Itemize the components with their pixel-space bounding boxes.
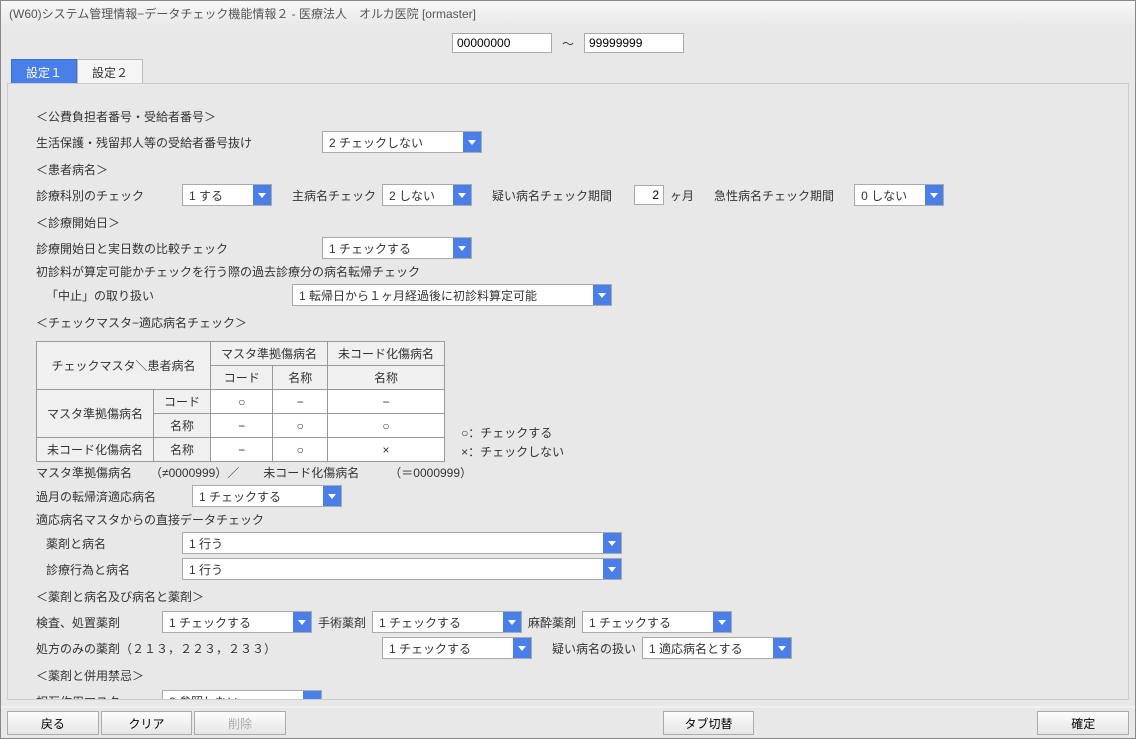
matrix-cell: − — [328, 390, 445, 414]
matrix-cell: × — [328, 438, 445, 462]
direct-check-label: 適応病名マスタからの直接データチェック — [36, 511, 264, 528]
startdate-compare-label: 診療開始日と実日数の比較チェック — [36, 240, 316, 257]
chevron-down-icon[interactable] — [513, 638, 531, 658]
back-button[interactable]: 戻る — [7, 711, 99, 735]
act-disease-label: 診療行為と病名 — [46, 561, 176, 578]
section-kinki-header: ＜薬剤と併用禁忌＞ — [36, 667, 1100, 684]
section-drugdis-header: ＜薬剤と病名及び病名と薬剤＞ — [36, 588, 1100, 605]
drug-disease-select[interactable]: 1 行う — [182, 532, 622, 554]
drug-disease-label: 薬剤と病名 — [46, 535, 176, 552]
range-to-input[interactable] — [584, 33, 684, 53]
chevron-down-icon[interactable] — [323, 486, 341, 506]
confirm-button[interactable]: 確定 — [1037, 711, 1129, 735]
chushi-select[interactable]: 1 転帰日から１ヶ月経過後に初診料算定可能 — [292, 284, 612, 306]
suspect-period-label: 疑い病名チェック期間 — [492, 187, 612, 204]
matrix-row2-label: 未コード化傷病名 — [37, 438, 154, 462]
tab-settings-2[interactable]: 設定２ — [77, 59, 143, 85]
settings-panel: ＜公費負担者番号・受給者番号＞ 生活保護・残留邦人等の受給者番号抜け 2 チェッ… — [7, 83, 1129, 700]
chevron-down-icon[interactable] — [713, 612, 731, 632]
code-range-row: 〜 — [1, 25, 1135, 59]
chevron-down-icon[interactable] — [453, 238, 471, 258]
main-area: 〜 設定１ 設定２ ＜公費負担者番号・受給者番号＞ 生活保護・残留邦人等の受給者… — [1, 25, 1135, 706]
kensa-drug-select[interactable]: 1 チェックする — [162, 611, 312, 633]
anes-drug-select[interactable]: 1 チェックする — [582, 611, 732, 633]
matrix-row1-label: マスタ準拠傷病名 — [37, 390, 154, 438]
startdate-compare-select[interactable]: 1 チェックする — [322, 237, 472, 259]
matrix-cell: ○ — [211, 390, 273, 414]
footer-button-bar: 戻る クリア 削除 タブ切替 確定 — [1, 708, 1135, 738]
matrix-row2-name: 名称 — [154, 438, 211, 462]
matrix-cell: ○ — [328, 414, 445, 438]
range-from-input[interactable] — [452, 33, 552, 53]
matrix-row1-name: 名称 — [154, 414, 211, 438]
chevron-down-icon[interactable] — [463, 132, 481, 152]
interaction-master-label: 相互作用マスタ — [36, 693, 156, 701]
section-matrix-header: ＜チェックマスタ−適応病名チェック＞ — [36, 314, 1100, 331]
chevron-down-icon[interactable] — [925, 185, 943, 205]
matrix-cell: − — [273, 390, 328, 414]
matrix-col1-label: マスタ準拠傷病名 — [211, 342, 328, 366]
matrix-cell: − — [211, 414, 273, 438]
matrix-row1-code: コード — [154, 390, 211, 414]
ope-drug-label: 手術薬剤 — [318, 614, 366, 631]
month-unit-label: ヶ月 — [670, 187, 694, 204]
chevron-down-icon[interactable] — [303, 691, 321, 700]
matrix-cell: ○ — [273, 438, 328, 462]
section-kouhi-header: ＜公費負担者番号・受給者番号＞ — [36, 108, 1100, 125]
suspect-disease-handling-label: 疑い病名の扱い — [552, 640, 636, 657]
matrix-legend: ○：チェックする ×：チェックしない — [461, 424, 564, 462]
main-disease-label: 主病名チェック — [292, 187, 376, 204]
pres-only-drug-select[interactable]: 1 チェックする — [382, 637, 532, 659]
matrix-note: マスタ準拠傷病名 （≠0000999）／ 未コード化傷病名 （＝0000999） — [36, 464, 1100, 481]
dept-check-select[interactable]: 1 する — [182, 184, 272, 206]
clear-button[interactable]: クリア — [101, 711, 193, 735]
acute-period-select[interactable]: 0 しない — [854, 184, 944, 206]
matrix-sub-code: コード — [211, 366, 273, 390]
chevron-down-icon[interactable] — [603, 533, 621, 553]
matrix-diag-label: チェックマスタ＼患者病名 — [37, 342, 211, 390]
suspect-period-input[interactable] — [634, 185, 664, 205]
past-tenki-label: 初診料が算定可能かチェックを行う際の過去診療分の病名転帰チェック — [36, 263, 420, 280]
chevron-down-icon[interactable] — [503, 612, 521, 632]
seikatsuhogo-select[interactable]: 2 チェックしない — [322, 131, 482, 153]
matrix-col2-label: 未コード化傷病名 — [328, 342, 445, 366]
acute-period-label: 急性病名チェック期間 — [714, 187, 834, 204]
window-title: (W60)システム管理情報−データチェック機能情報２ - 医療法人 オルカ医院 … — [1, 1, 1135, 27]
seikatsuhogo-label: 生活保護・残留邦人等の受給者番号抜け — [36, 134, 316, 151]
tab-settings-1[interactable]: 設定１ — [11, 59, 77, 85]
matrix-sub-name2: 名称 — [328, 366, 445, 390]
dept-check-label: 診療科別のチェック — [36, 187, 176, 204]
ope-drug-select[interactable]: 1 チェックする — [372, 611, 522, 633]
pres-only-drug-label: 処方のみの薬剤（２１３，２２３，２３３） — [36, 640, 376, 657]
interaction-master-select[interactable]: 2 参照しない — [162, 690, 322, 700]
act-disease-select[interactable]: 1 行う — [182, 558, 622, 580]
chevron-down-icon[interactable] — [593, 285, 611, 305]
prev-tenki-label: 過月の転帰済適応病名 — [36, 488, 186, 505]
matrix-sub-name: 名称 — [273, 366, 328, 390]
delete-button: 削除 — [194, 711, 286, 735]
main-disease-select[interactable]: 2 しない — [382, 184, 472, 206]
suspect-disease-handling-select[interactable]: 1 適応病名とする — [642, 637, 792, 659]
kensa-drug-label: 検査、処置薬剤 — [36, 614, 156, 631]
chevron-down-icon[interactable] — [603, 559, 621, 579]
chevron-down-icon[interactable] — [253, 185, 271, 205]
section-byomei-header: ＜患者病名＞ — [36, 161, 1100, 178]
range-tilde: 〜 — [562, 35, 574, 52]
section-startdate-header: ＜診療開始日＞ — [36, 214, 1100, 231]
legend-check-off: ×：チェックしない — [461, 443, 564, 462]
tab-switch-button[interactable]: タブ切替 — [663, 711, 755, 735]
prev-tenki-select[interactable]: 1 チェックする — [192, 485, 342, 507]
tab-bar: 設定１ 設定２ — [11, 59, 1135, 85]
chushi-label: 「中止」の取り扱い — [46, 287, 286, 304]
check-matrix-table: チェックマスタ＼患者病名 マスタ準拠傷病名 未コード化傷病名 コード 名称 名称… — [36, 341, 445, 462]
matrix-cell: − — [211, 438, 273, 462]
chevron-down-icon[interactable] — [453, 185, 471, 205]
chevron-down-icon[interactable] — [773, 638, 791, 658]
anes-drug-label: 麻酔薬剤 — [528, 614, 576, 631]
matrix-cell: ○ — [273, 414, 328, 438]
legend-check-on: ○：チェックする — [461, 424, 564, 443]
chevron-down-icon[interactable] — [293, 612, 311, 632]
